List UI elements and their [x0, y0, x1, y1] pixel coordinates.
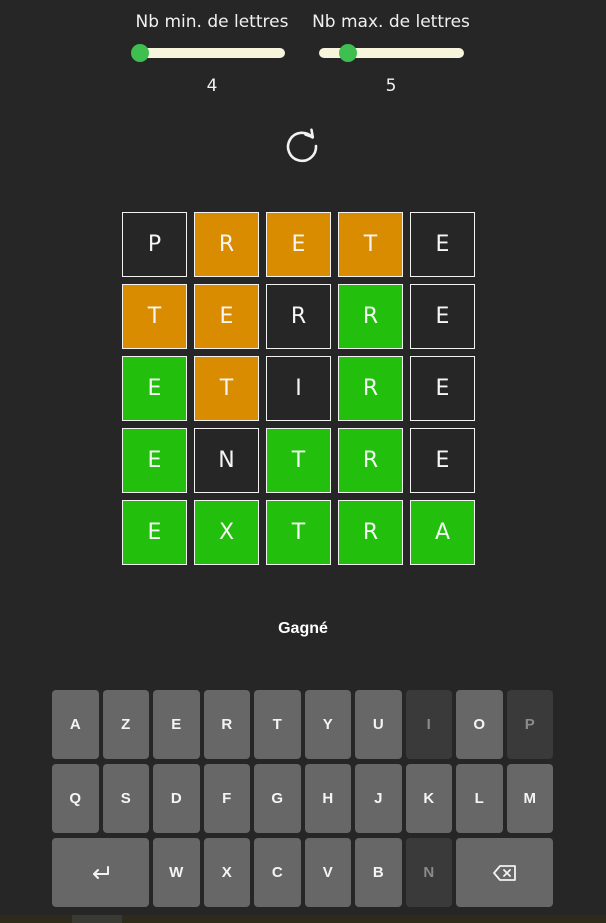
grid-cell: R — [338, 284, 403, 349]
grid-cell: I — [266, 356, 331, 421]
max-letters-slider[interactable] — [319, 44, 464, 62]
grid-cell: E — [410, 284, 475, 349]
letter-count-sliders: Nb min. de lettres 4 Nb max. de lettres … — [0, 10, 606, 100]
grid-cell: N — [194, 428, 259, 493]
key-c[interactable]: C — [254, 838, 301, 907]
grid-cell: T — [338, 212, 403, 277]
grid-cell: X — [194, 500, 259, 565]
grid-cell: E — [410, 212, 475, 277]
new-game-button[interactable] — [283, 126, 323, 166]
min-letters-slider[interactable] — [131, 44, 285, 62]
key-i[interactable]: I — [405, 690, 452, 759]
grid-cell: E — [266, 212, 331, 277]
min-letters-slider-group: Nb min. de lettres 4 — [131, 10, 292, 96]
grid-cell: T — [122, 284, 187, 349]
key-d[interactable]: D — [153, 764, 200, 833]
key-o[interactable]: O — [456, 690, 503, 759]
key-h[interactable]: H — [304, 764, 351, 833]
guess-grid: PRETETERREETIREENTREEXTRA — [122, 212, 482, 572]
grid-cell: P — [122, 212, 187, 277]
max-letters-slider-thumb[interactable] — [339, 44, 357, 62]
key-b[interactable]: B — [355, 838, 402, 907]
key-t[interactable]: T — [254, 690, 301, 759]
min-letters-slider-thumb[interactable] — [131, 44, 149, 62]
grid-cell: E — [122, 428, 187, 493]
min-letters-value: 4 — [206, 76, 218, 96]
grid-cell: E — [410, 356, 475, 421]
key-r[interactable]: R — [203, 690, 250, 759]
grid-cell: T — [266, 500, 331, 565]
min-letters-label: Nb min. de lettres — [135, 12, 289, 32]
key-e[interactable]: E — [153, 690, 200, 759]
bottom-tab — [72, 915, 122, 923]
max-letters-value: 5 — [385, 76, 397, 96]
key-w[interactable]: W — [153, 838, 200, 907]
key-x[interactable]: X — [203, 838, 250, 907]
enter-icon — [92, 865, 109, 879]
grid-cell: A — [410, 500, 475, 565]
backspace-key[interactable] — [456, 838, 553, 907]
key-s[interactable]: S — [102, 764, 149, 833]
key-n[interactable]: N — [405, 838, 452, 907]
wordle-app: Nb min. de lettres 4 Nb max. de lettres … — [0, 0, 606, 923]
refresh-icon — [286, 128, 318, 163]
key-q[interactable]: Q — [52, 764, 99, 833]
max-letters-label: Nb max. de lettres — [312, 12, 470, 32]
grid-cell: R — [194, 212, 259, 277]
grid-cell: T — [266, 428, 331, 493]
key-a[interactable]: A — [52, 690, 99, 759]
key-g[interactable]: G — [254, 764, 301, 833]
game-status: Gagné — [278, 620, 328, 637]
bottom-strip — [0, 915, 606, 923]
grid-cell: R — [266, 284, 331, 349]
key-p[interactable]: P — [506, 690, 553, 759]
key-z[interactable]: Z — [102, 690, 149, 759]
grid-cell: E — [410, 428, 475, 493]
key-y[interactable]: Y — [304, 690, 351, 759]
grid-cell: R — [338, 428, 403, 493]
backspace-icon — [492, 864, 516, 881]
key-f[interactable]: F — [203, 764, 250, 833]
virtual-keyboard: AZERTYUIOP QSDFGHJKLM WXCVBN — [52, 690, 553, 910]
key-m[interactable]: M — [506, 764, 553, 833]
max-letters-slider-group: Nb max. de lettres 5 — [311, 10, 471, 96]
key-k[interactable]: K — [405, 764, 452, 833]
grid-cell: R — [338, 500, 403, 565]
key-v[interactable]: V — [304, 838, 351, 907]
key-j[interactable]: J — [355, 764, 402, 833]
grid-cell: R — [338, 356, 403, 421]
grid-cell: E — [194, 284, 259, 349]
key-l[interactable]: L — [456, 764, 503, 833]
enter-key[interactable] — [52, 838, 149, 907]
key-u[interactable]: U — [355, 690, 402, 759]
grid-cell: T — [194, 356, 259, 421]
grid-cell: E — [122, 356, 187, 421]
grid-cell: E — [122, 500, 187, 565]
